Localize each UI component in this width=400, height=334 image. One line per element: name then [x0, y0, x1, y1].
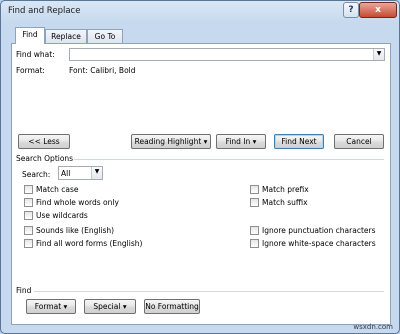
- less-button[interactable]: << Less: [18, 134, 70, 149]
- sounds-like-label: Sounds like (English): [36, 226, 115, 235]
- find-next-label: Find Next: [281, 137, 317, 146]
- special-button-label: Special: [93, 302, 121, 311]
- find-next-button[interactable]: Find Next: [274, 134, 324, 149]
- special-button[interactable]: Special ▾: [84, 299, 136, 314]
- match-prefix-label: Match prefix: [262, 185, 309, 194]
- dropdown-arrow-icon: ▾: [63, 302, 68, 311]
- search-direction-select[interactable]: All ▼: [58, 166, 103, 180]
- find-what-input[interactable]: ▼: [69, 48, 385, 61]
- dropdown-arrow-icon: ▾: [252, 137, 257, 146]
- title-bar[interactable]: Find and Replace ? x: [1, 1, 399, 21]
- cancel-label: Cancel: [346, 137, 372, 146]
- dropdown-arrow-icon: ▾: [203, 137, 208, 146]
- search-direction-value: All: [61, 169, 71, 178]
- find-section-divider: [34, 291, 384, 292]
- close-button[interactable]: x: [359, 2, 397, 18]
- match-prefix-checkbox[interactable]: [250, 185, 259, 194]
- find-panel: Find what: ▼ Format: Font: Calibri, Bold…: [11, 43, 391, 325]
- window-title: Find and Replace: [8, 6, 81, 16]
- match-suffix-checkbox[interactable]: [250, 198, 259, 207]
- sounds-like-checkbox[interactable]: [24, 226, 33, 235]
- find-in-button[interactable]: Find In ▾: [216, 134, 266, 149]
- format-value: Font: Calibri, Bold: [69, 66, 136, 75]
- tab-goto-label: Go To: [94, 32, 116, 41]
- ignore-whitespace-label: Ignore white-space characters: [262, 239, 376, 248]
- cancel-button[interactable]: Cancel: [334, 134, 384, 149]
- match-case-checkbox[interactable]: [24, 185, 33, 194]
- ignore-whitespace-checkbox[interactable]: [250, 239, 259, 248]
- find-what-label: Find what:: [16, 50, 55, 59]
- use-wildcards-checkbox[interactable]: [24, 211, 33, 220]
- search-direction-arrow-icon: ▼: [91, 167, 102, 179]
- find-replace-dialog: Find and Replace ? x Find Replace Go To …: [0, 0, 400, 334]
- whole-words-label: Find whole words only: [36, 198, 119, 207]
- match-suffix-label: Match suffix: [262, 198, 308, 207]
- tab-replace-label: Replace: [51, 32, 81, 41]
- reading-highlight-label: Reading Highlight: [134, 137, 202, 146]
- ignore-punctuation-label: Ignore punctuation characters: [262, 226, 376, 235]
- no-formatting-label: No Formatting: [145, 302, 199, 311]
- find-in-label: Find In: [225, 137, 251, 146]
- ignore-punctuation-checkbox[interactable]: [250, 226, 259, 235]
- tab-find-label: Find: [22, 30, 38, 39]
- find-what-dropdown-arrow-icon[interactable]: ▼: [373, 49, 384, 60]
- less-button-label: << Less: [28, 137, 60, 146]
- match-case-label: Match case: [36, 185, 79, 194]
- help-button[interactable]: ?: [343, 2, 359, 18]
- no-formatting-button[interactable]: No Formatting: [144, 299, 200, 314]
- search-direction-label: Search:: [22, 170, 51, 179]
- format-label: Format:: [16, 66, 45, 75]
- format-button[interactable]: Format ▾: [26, 299, 76, 314]
- tab-replace[interactable]: Replace: [45, 29, 87, 43]
- search-options-heading: Search Options: [16, 154, 74, 163]
- word-forms-checkbox[interactable]: [24, 239, 33, 248]
- dropdown-arrow-icon: ▾: [122, 302, 127, 311]
- watermark: wsxdn.com: [353, 323, 393, 331]
- find-section-heading: Find: [16, 286, 32, 295]
- search-options-divider: [74, 159, 384, 160]
- whole-words-checkbox[interactable]: [24, 198, 33, 207]
- reading-highlight-button[interactable]: Reading Highlight ▾: [131, 134, 211, 149]
- tab-find[interactable]: Find: [15, 27, 45, 44]
- word-forms-label: Find all word forms (English): [36, 239, 143, 248]
- use-wildcards-label: Use wildcards: [36, 211, 88, 220]
- tab-goto[interactable]: Go To: [87, 29, 123, 43]
- format-button-label: Format: [34, 302, 62, 311]
